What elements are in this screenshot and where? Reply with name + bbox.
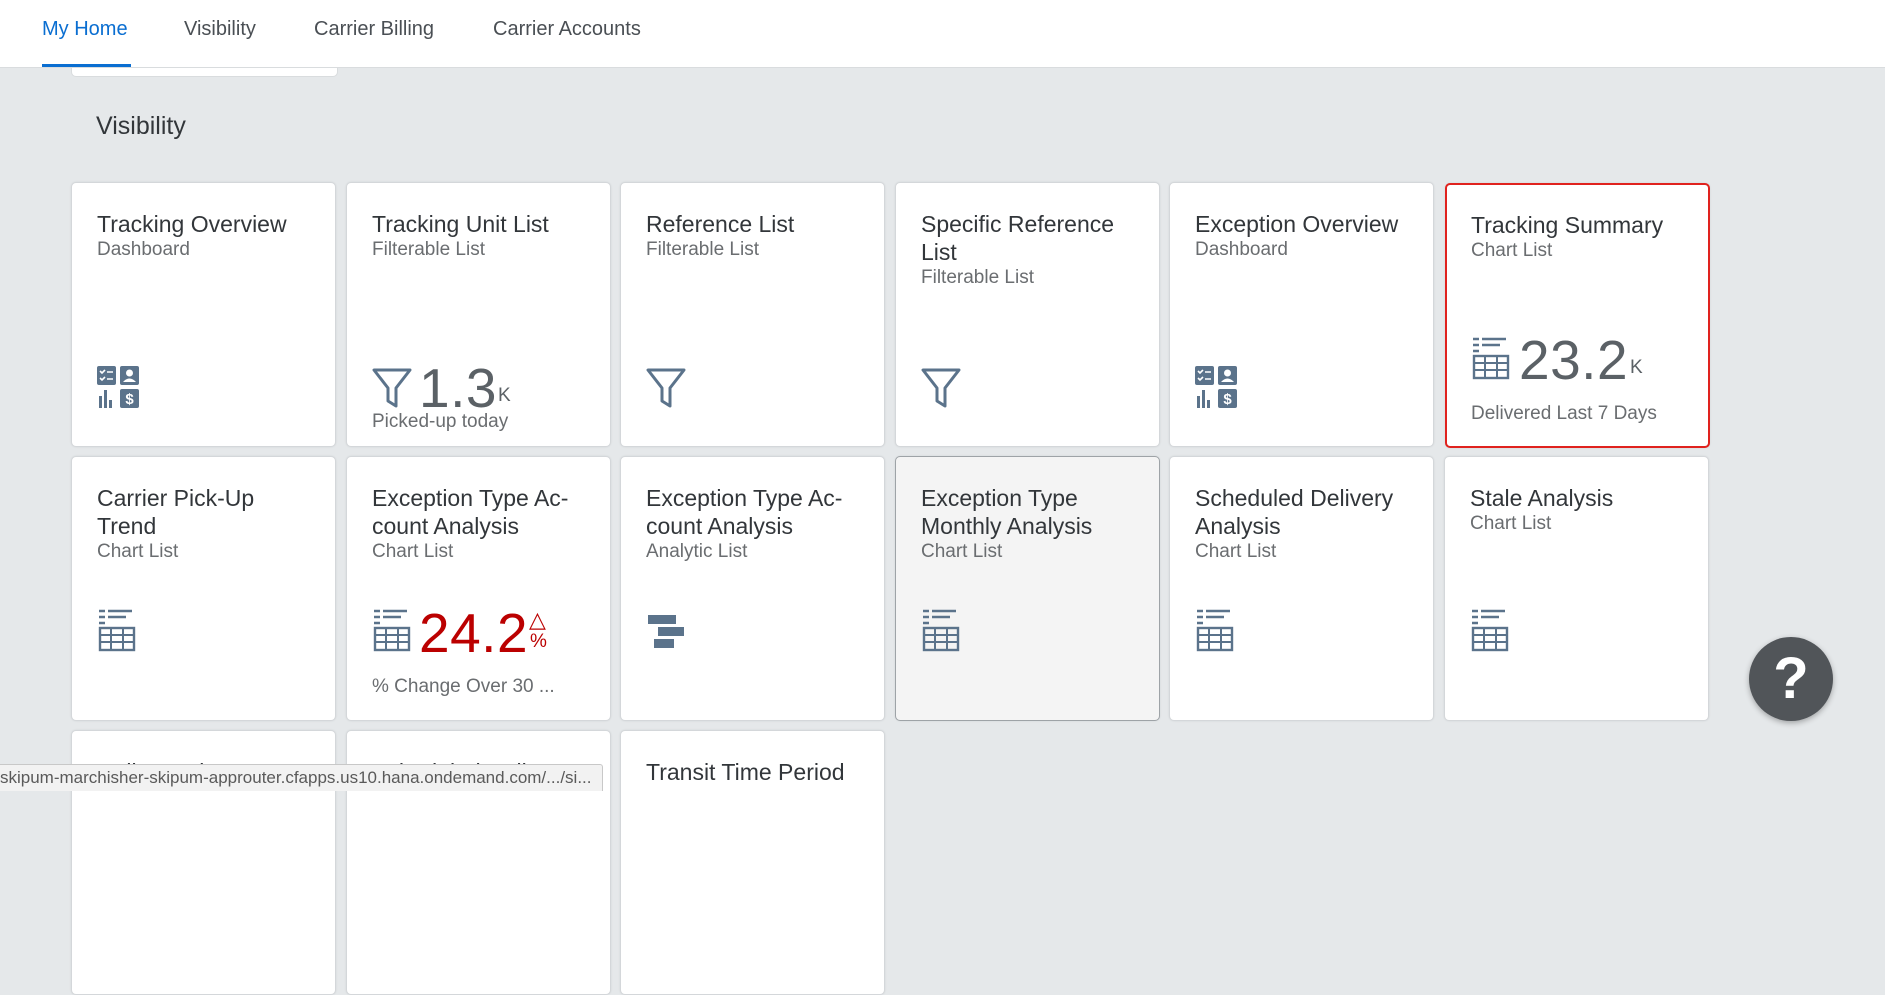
tile-subtitle: Chart List	[1471, 240, 1553, 261]
question-mark-icon: ?	[1773, 646, 1809, 711]
dashboard-icon: $	[97, 366, 141, 415]
help-button[interactable]: ?	[1749, 637, 1833, 721]
filter-icon	[372, 368, 412, 415]
status-url-preview: skipum-marchisher-skipum-approuter.cfapp…	[0, 764, 603, 791]
tile-carrier-pick-up-trend[interactable]: Carrier Pick-Up Trend Chart List	[71, 456, 336, 721]
tile-subtitle: Dashboard	[1195, 239, 1288, 260]
tile-tracking-unit-list[interactable]: Tracking Unit List Filterable List 1.3 K …	[346, 182, 611, 447]
tile-title: Specific Reference List Filterable List	[921, 210, 1136, 290]
tile-title: Scheduled Delivery Analysis Chart List	[1195, 484, 1410, 564]
tile-title: Tracking Summary Chart List	[1471, 211, 1686, 263]
kpi-value: 23.2	[1519, 329, 1629, 391]
tile-subtitle: Filterable List	[921, 267, 1034, 288]
kpi-unit: %	[530, 631, 547, 652]
svg-text:$: $	[1223, 391, 1232, 408]
tile-exception-overview[interactable]: Exception Overview Dashboard $	[1169, 182, 1434, 447]
tile-stale-analysis[interactable]: Stale Analysis Chart List	[1444, 456, 1709, 721]
kpi-footer: % Change Over 30 ...	[372, 676, 555, 697]
tab-carrier-accounts[interactable]: Carrier Accounts	[493, 18, 641, 41]
tile-exception-type-account-analysis-analytic[interactable]: Exception Type Ac- count Analysis Analyti…	[620, 456, 885, 721]
svg-text:$: $	[125, 391, 134, 408]
active-tab-indicator	[42, 64, 131, 67]
tile-subtitle: Chart List	[1470, 513, 1552, 534]
top-navigation-bar: My Home Visibility Carrier Billing Carri…	[0, 0, 1885, 68]
trend-up-icon: △	[529, 607, 546, 632]
tile-title: Exception Type Monthly Analysis Chart Lis…	[921, 484, 1136, 564]
tile-title: Transit Time Period	[646, 759, 845, 785]
table-chart-icon	[1470, 609, 1510, 658]
tile-scheduled-delivery-analysis[interactable]: Scheduled Delivery Analysis Chart List	[1169, 456, 1434, 721]
tile-title: Exception Type Ac- count Analysis Analyti…	[646, 484, 861, 564]
kpi-unit: K	[498, 385, 511, 406]
tile-subtitle: Chart List	[921, 541, 1003, 562]
kpi-unit: K	[1630, 357, 1643, 378]
section-title: Visibility	[96, 112, 186, 140]
tile-title: Carrier Pick-Up Trend Chart List	[97, 484, 312, 564]
tile-exception-type-monthly-analysis[interactable]: Exception Type Monthly Analysis Chart Lis…	[895, 456, 1160, 721]
kpi-value: 24.2	[419, 602, 529, 664]
tile-subtitle: Filterable List	[372, 239, 485, 260]
tile-title: Exception Overview Dashboard	[1195, 210, 1410, 262]
tile-reference-list[interactable]: Reference List Filterable List	[620, 182, 885, 447]
tile-tracking-summary[interactable]: Tracking Summary Chart List 23.2 K Delive…	[1445, 183, 1710, 448]
analytic-list-icon	[646, 613, 686, 658]
tile-specific-reference-list[interactable]: Specific Reference List Filterable List	[895, 182, 1160, 447]
table-chart-icon	[1471, 337, 1511, 386]
table-chart-icon	[921, 609, 961, 658]
filter-icon	[646, 368, 686, 415]
table-chart-icon	[97, 609, 137, 658]
tab-my-home[interactable]: My Home	[42, 18, 128, 41]
tile-subtitle: Chart List	[372, 541, 454, 562]
tile-title: Tracking Overview Dashboard	[97, 210, 312, 262]
tab-visibility[interactable]: Visibility	[184, 18, 256, 41]
table-chart-icon	[1195, 609, 1235, 658]
filter-icon	[921, 368, 961, 415]
tile-subtitle: Filterable List	[646, 239, 759, 260]
dashboard-icon: $	[1195, 366, 1239, 415]
tile-subtitle: Chart List	[1195, 541, 1277, 562]
tile-title: Stale Analysis Chart List	[1470, 484, 1685, 536]
tile-title: Exception Type Ac- count Analysis Chart L…	[372, 484, 587, 564]
tile-subtitle: Dashboard	[97, 239, 190, 260]
tile-transit-time-period[interactable]: Transit Time Period	[620, 730, 885, 995]
kpi-footer: Picked-up today	[372, 411, 509, 432]
tile-exception-type-account-analysis-chart[interactable]: Exception Type Ac- count Analysis Chart L…	[346, 456, 611, 721]
table-chart-icon	[372, 609, 412, 658]
tile-title: Tracking Unit List Filterable List	[372, 210, 587, 262]
tile-subtitle: Analytic List	[646, 541, 748, 562]
tile-tracking-overview[interactable]: Tracking Overview Dashboard $	[71, 182, 336, 447]
kpi-footer: Delivered Last 7 Days	[1471, 403, 1657, 424]
tab-carrier-billing[interactable]: Carrier Billing	[314, 18, 434, 41]
tile-title: Reference List Filterable List	[646, 210, 861, 262]
tile-subtitle: Chart List	[97, 541, 179, 562]
